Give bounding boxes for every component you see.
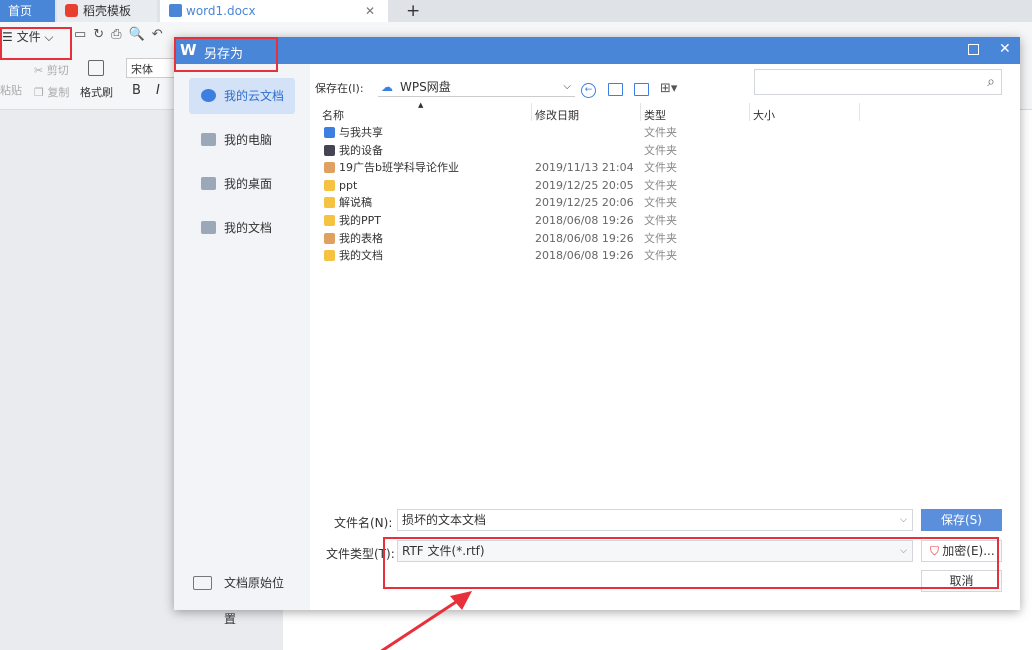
annotation-arrow [0,0,1032,650]
